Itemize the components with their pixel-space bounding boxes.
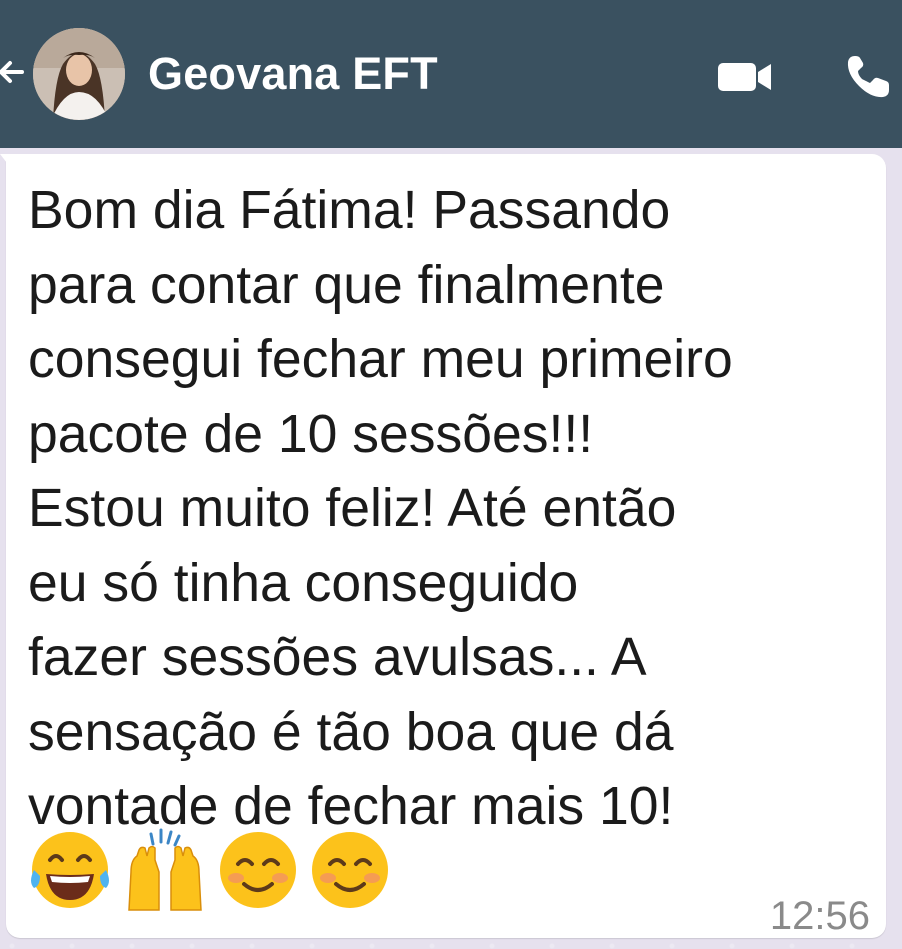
video-call-icon[interactable] xyxy=(717,60,773,94)
raising-hands-emoji xyxy=(128,828,202,911)
message-line: consegui fechar meu primeiro xyxy=(28,330,733,389)
bubble-tail xyxy=(0,154,14,172)
message-line: fazer sessões avulsas... A xyxy=(28,628,647,687)
smiling-face-emoji xyxy=(220,832,296,908)
message-line: sensação é tão boa que dá xyxy=(28,702,674,762)
chat-header: Geovana EFT xyxy=(0,0,902,148)
phone-call-icon[interactable] xyxy=(843,52,893,102)
message-line: Estou muito feliz! Até então xyxy=(28,479,677,538)
message-line: eu só tinha conseguido xyxy=(28,553,579,613)
message-text: Bom dia Fátima! Passando para contar que… xyxy=(28,174,868,845)
message-line: Bom dia Fátima! Passando xyxy=(28,181,671,240)
contact-name[interactable]: Geovana EFT xyxy=(148,48,438,100)
back-arrow-icon[interactable] xyxy=(0,52,26,92)
message-bubble[interactable]: Bom dia Fátima! Passando para contar que… xyxy=(0,154,886,938)
tears-of-joy-emoji xyxy=(31,832,109,908)
message-line: pacote de 10 sessões!!! xyxy=(28,404,594,464)
message-line: para contar que finalmente xyxy=(28,255,665,315)
message-timestamp: 12:56 xyxy=(769,894,870,938)
avatar[interactable] xyxy=(33,28,125,120)
smiling-face-emoji xyxy=(312,832,388,908)
